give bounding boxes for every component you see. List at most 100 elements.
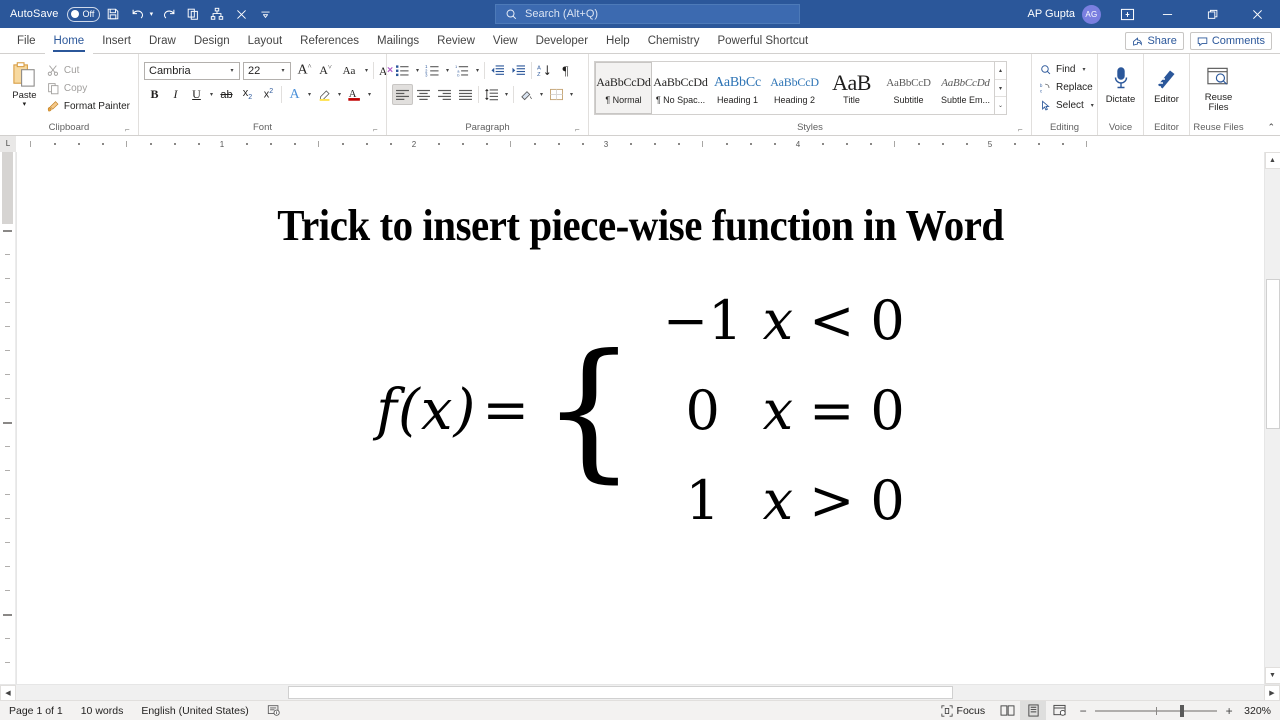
font-dialog-launcher[interactable]: ⌐ [373,125,382,134]
style-heading-2[interactable]: AaBbCcD Heading 2 [766,62,823,114]
line-spacing-button[interactable] [481,84,502,105]
style-title[interactable]: AaB Title [823,62,880,114]
organization-chart-icon[interactable] [206,3,228,25]
save-icon[interactable] [102,3,124,25]
zoom-track[interactable] [1095,710,1217,712]
decrease-indent-button[interactable] [487,60,508,81]
chevron-down-icon[interactable]: ▾ [207,91,216,98]
zoom-slider[interactable]: − + [1072,704,1240,718]
editor-button[interactable]: Editor [1149,62,1184,105]
minimize-button[interactable] [1145,0,1190,28]
tab-design[interactable]: Design [185,28,239,54]
chevron-down-icon[interactable]: ▾ [335,91,344,98]
zoom-level[interactable]: 320% [1240,705,1280,717]
tab-review[interactable]: Review [428,28,484,54]
tab-insert[interactable]: Insert [93,28,140,54]
tab-chemistry[interactable]: Chemistry [639,28,709,54]
paste-dropdown-icon[interactable]: ▾ [23,102,27,108]
redo-icon[interactable] [158,3,180,25]
autosave-toggle[interactable]: Off [67,7,101,22]
style-subtle-emphasis[interactable]: AaBbCcDd Subtle Em... [937,62,994,114]
page-indicator[interactable]: Page 1 of 1 [0,701,72,720]
search-input[interactable] [525,8,765,20]
read-mode-button[interactable] [994,701,1020,720]
tab-layout[interactable]: Layout [239,28,292,54]
change-case-button[interactable]: Aa [336,60,362,81]
reuse-files-button[interactable]: Reuse Files [1195,60,1242,112]
shading-button[interactable] [516,84,537,105]
collapse-ribbon-button[interactable]: ⌃ [1267,122,1275,133]
numbering-button[interactable]: 1 2 3 [422,60,443,81]
zoom-in-button[interactable]: + [1224,704,1234,718]
styles-gallery-scrollbar[interactable]: ▴ ▾ ⌄ [994,62,1006,114]
text-effects-button[interactable]: A [284,84,305,105]
chevron-down-icon[interactable]: ▾ [537,91,546,98]
chevron-down-icon[interactable]: ▾ [413,67,422,74]
styles-more-icon[interactable]: ⌄ [995,97,1006,114]
share-button[interactable]: Share [1125,32,1183,50]
scroll-up-icon[interactable]: ▲ [1265,152,1280,169]
multilevel-list-button[interactable]: 1 a b [452,60,473,81]
styles-scroll-up-icon[interactable]: ▴ [995,62,1006,80]
tab-mailings[interactable]: Mailings [368,28,428,54]
zoom-thumb[interactable] [1180,705,1184,717]
ribbon-display-options-icon[interactable] [1109,0,1145,28]
undo-dropdown-icon[interactable]: ▾ [146,11,156,18]
strikethrough-button[interactable]: ab [216,84,237,105]
highlight-button[interactable] [314,84,335,105]
vertical-scrollbar[interactable]: ▲ ▼ [1264,152,1280,684]
bold-button[interactable]: B [144,84,165,105]
ruler-track[interactable]: 12345 [16,136,1280,152]
dictate-button[interactable]: Dictate [1103,62,1138,105]
comments-button[interactable]: Comments [1190,32,1272,50]
tab-developer[interactable]: Developer [527,28,597,54]
search-box[interactable] [495,4,800,24]
tab-stop-selector[interactable]: L [0,136,16,152]
tab-draw[interactable]: Draw [140,28,185,54]
show-formatting-marks-button[interactable]: ¶ [555,60,576,81]
word-count[interactable]: 10 words [72,701,133,720]
undo-icon[interactable] [126,3,148,25]
borders-button[interactable] [546,84,567,105]
font-size-combo[interactable]: 22 ▾ [243,62,291,80]
print-layout-button[interactable] [1020,701,1046,720]
justify-button[interactable] [455,84,476,105]
chevron-down-icon[interactable]: ▾ [1079,66,1088,73]
italic-button[interactable]: I [165,84,186,105]
find-button[interactable]: Find ▾ [1037,61,1091,78]
focus-button[interactable]: Focus [932,701,995,720]
web-layout-button[interactable] [1046,701,1072,720]
scroll-down-icon[interactable]: ▼ [1265,667,1280,684]
close-button[interactable] [1235,0,1280,28]
increase-indent-button[interactable] [508,60,529,81]
chevron-down-icon[interactable]: ▾ [502,91,511,98]
chevron-down-icon[interactable]: ▾ [443,67,452,74]
tab-powerful-shortcut[interactable]: Powerful Shortcut [708,28,817,54]
tab-references[interactable]: References [291,28,368,54]
customize-qat-icon[interactable] [254,3,276,25]
shrink-font-button[interactable]: A˅ [315,60,336,81]
select-button[interactable]: Select ▾ [1037,97,1100,114]
chevron-down-icon[interactable]: ▾ [225,67,239,74]
underline-button[interactable]: U [186,84,207,105]
font-name-combo[interactable]: Cambria ▾ [144,62,240,80]
chevron-down-icon[interactable]: ▾ [1088,102,1097,109]
tab-home[interactable]: Home [45,28,94,54]
chevron-down-icon[interactable]: ▾ [567,91,576,98]
format-painter-button[interactable]: Format Painter [44,98,133,115]
tab-file[interactable]: File [8,28,45,54]
vertical-scroll-track[interactable] [1265,169,1280,667]
styles-gallery[interactable]: AaBbCcDd ¶ Normal AaBbCcDd ¶ No Spac... … [594,61,1007,115]
align-center-button[interactable] [413,84,434,105]
scroll-left-icon[interactable]: ◀ [0,685,16,701]
zoom-out-button[interactable]: − [1078,704,1088,718]
style-heading-1[interactable]: AaBbCc Heading 1 [709,62,766,114]
horizontal-scrollbar[interactable]: ◀ ▶ [0,684,1280,700]
align-right-button[interactable] [434,84,455,105]
chevron-down-icon[interactable]: ▾ [473,67,482,74]
language-indicator[interactable]: English (United States) [132,701,257,720]
chevron-down-icon[interactable]: ▾ [276,67,290,74]
chevron-down-icon[interactable]: ▾ [305,91,314,98]
horizontal-scroll-track[interactable] [16,685,1264,701]
paragraph-dialog-launcher[interactable]: ⌐ [575,125,584,134]
